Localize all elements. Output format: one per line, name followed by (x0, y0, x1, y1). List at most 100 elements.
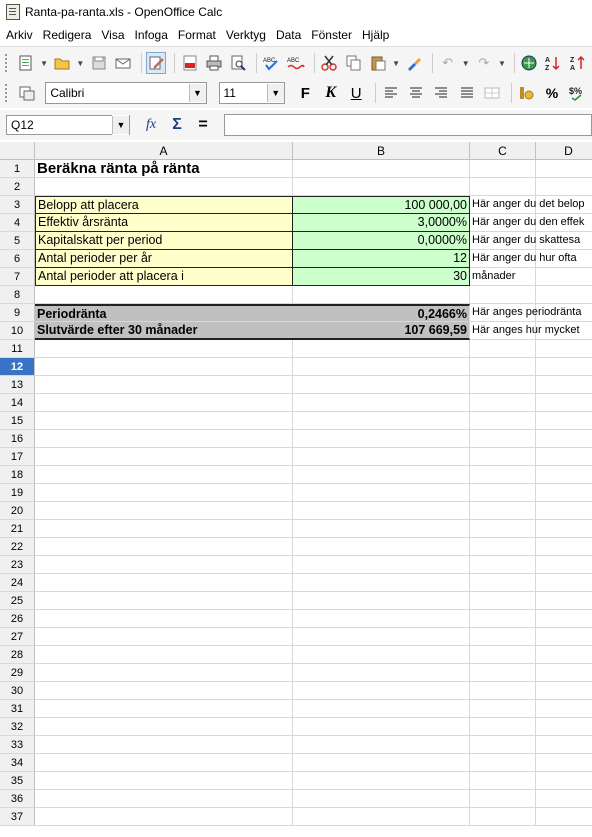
grid-cell[interactable] (293, 736, 470, 754)
row-header[interactable]: 19 (0, 484, 35, 502)
grid-cell[interactable] (536, 736, 592, 754)
grid-cell[interactable] (536, 790, 592, 808)
select-all-corner[interactable] (0, 142, 35, 160)
grid-cell[interactable] (35, 736, 293, 754)
grid-cell[interactable] (293, 772, 470, 790)
menu-format[interactable]: Format (178, 28, 216, 42)
grid-cell[interactable] (293, 754, 470, 772)
grid-cell[interactable] (293, 628, 470, 646)
grid-cell[interactable] (470, 700, 536, 718)
email-icon[interactable] (113, 52, 133, 74)
row-header[interactable]: 14 (0, 394, 35, 412)
result-label[interactable]: Periodränta (35, 304, 293, 322)
row-header[interactable]: 23 (0, 556, 35, 574)
grid-cell[interactable] (470, 790, 536, 808)
grid-cell[interactable] (35, 754, 293, 772)
print-icon[interactable] (204, 52, 224, 74)
grid-cell[interactable] (536, 448, 592, 466)
grid-cell[interactable] (293, 808, 470, 826)
input-label[interactable]: Kapitalskatt per period (35, 232, 293, 250)
grid-cell[interactable] (293, 484, 470, 502)
grid-cell[interactable] (293, 502, 470, 520)
format-paintbrush-icon[interactable] (404, 52, 424, 74)
grid-cell[interactable] (470, 538, 536, 556)
grid-cell[interactable] (470, 520, 536, 538)
grid-cell[interactable] (35, 556, 293, 574)
grid-cell[interactable] (293, 700, 470, 718)
row-header[interactable]: 8 (0, 286, 35, 304)
grid-cell[interactable] (35, 178, 293, 196)
grid-cell[interactable] (470, 628, 536, 646)
save-icon[interactable] (88, 52, 108, 74)
open-icon[interactable] (52, 52, 72, 74)
input-label[interactable]: Antal perioder per år (35, 250, 293, 268)
row-header[interactable]: 18 (0, 466, 35, 484)
row-header[interactable]: 9 (0, 304, 35, 322)
row-header[interactable]: 27 (0, 628, 35, 646)
input-note[interactable]: Här anger du skattesa (470, 232, 592, 250)
input-note[interactable]: Här anger du det belop (470, 196, 592, 214)
grid-cell[interactable] (35, 610, 293, 628)
grid-cell[interactable] (470, 430, 536, 448)
grid-cell[interactable] (536, 430, 592, 448)
grid-cell[interactable] (536, 682, 592, 700)
row-header[interactable]: 10 (0, 322, 35, 340)
result-note[interactable]: Här anges periodränta (470, 304, 592, 322)
grid-cell[interactable] (470, 160, 536, 178)
autospellcheck-icon[interactable]: ABC (286, 52, 306, 74)
grid-cell[interactable] (35, 592, 293, 610)
result-note[interactable]: Här anges hur mycket (470, 322, 592, 340)
grid-cell[interactable] (35, 448, 293, 466)
column-header-b[interactable]: B (293, 142, 470, 160)
grid-cell[interactable] (470, 286, 536, 304)
grid-cell[interactable] (470, 412, 536, 430)
chevron-down-icon[interactable]: ▼ (498, 59, 506, 68)
row-header[interactable]: 35 (0, 772, 35, 790)
grid-cell[interactable] (536, 394, 592, 412)
grid-cell[interactable] (536, 538, 592, 556)
grid-cell[interactable] (35, 790, 293, 808)
undo-icon[interactable]: ↶ (437, 52, 457, 74)
grid-cell[interactable] (470, 178, 536, 196)
grid-cell[interactable] (293, 358, 470, 376)
grid-cell[interactable] (536, 376, 592, 394)
underline-button[interactable]: U (345, 82, 366, 104)
grid-cell[interactable] (35, 664, 293, 682)
menu-hjalp[interactable]: Hjälp (362, 28, 389, 42)
input-note[interactable]: Här anger du hur ofta (470, 250, 592, 268)
font-name-combo[interactable]: Calibri ▼ (45, 82, 207, 104)
standard-format-icon[interactable]: $% (567, 82, 588, 104)
grid-cell[interactable] (536, 160, 592, 178)
grid-cell[interactable] (536, 412, 592, 430)
menu-fonster[interactable]: Fönster (311, 28, 352, 42)
chevron-down-icon[interactable]: ▼ (40, 59, 48, 68)
grid-cell[interactable] (470, 664, 536, 682)
grid-cell[interactable] (35, 502, 293, 520)
grid-cell[interactable] (470, 502, 536, 520)
column-header-d[interactable]: D (536, 142, 592, 160)
row-header[interactable]: 6 (0, 250, 35, 268)
grid-cell[interactable] (536, 502, 592, 520)
grid-cell[interactable] (35, 574, 293, 592)
grid-cell[interactable] (470, 808, 536, 826)
formula-input[interactable] (224, 114, 592, 136)
grid-cell[interactable] (536, 592, 592, 610)
grid-cell[interactable] (293, 520, 470, 538)
menu-redigera[interactable]: Redigera (43, 28, 92, 42)
cut-icon[interactable] (319, 52, 339, 74)
navigator-icon[interactable] (519, 52, 539, 74)
grid-cell[interactable] (35, 520, 293, 538)
paste-icon[interactable] (368, 52, 388, 74)
grid-cell[interactable] (470, 466, 536, 484)
row-header[interactable]: 25 (0, 592, 35, 610)
redo-icon[interactable]: ↷ (474, 52, 494, 74)
grid-cell[interactable] (293, 538, 470, 556)
row-header[interactable]: 13 (0, 376, 35, 394)
grid-cell[interactable] (35, 808, 293, 826)
sheet-title[interactable]: Beräkna ränta på ränta (35, 160, 293, 178)
grid-cell[interactable] (35, 376, 293, 394)
grid-cell[interactable] (293, 790, 470, 808)
grid-cell[interactable] (470, 754, 536, 772)
row-header[interactable]: 29 (0, 664, 35, 682)
grid-cell[interactable] (470, 646, 536, 664)
